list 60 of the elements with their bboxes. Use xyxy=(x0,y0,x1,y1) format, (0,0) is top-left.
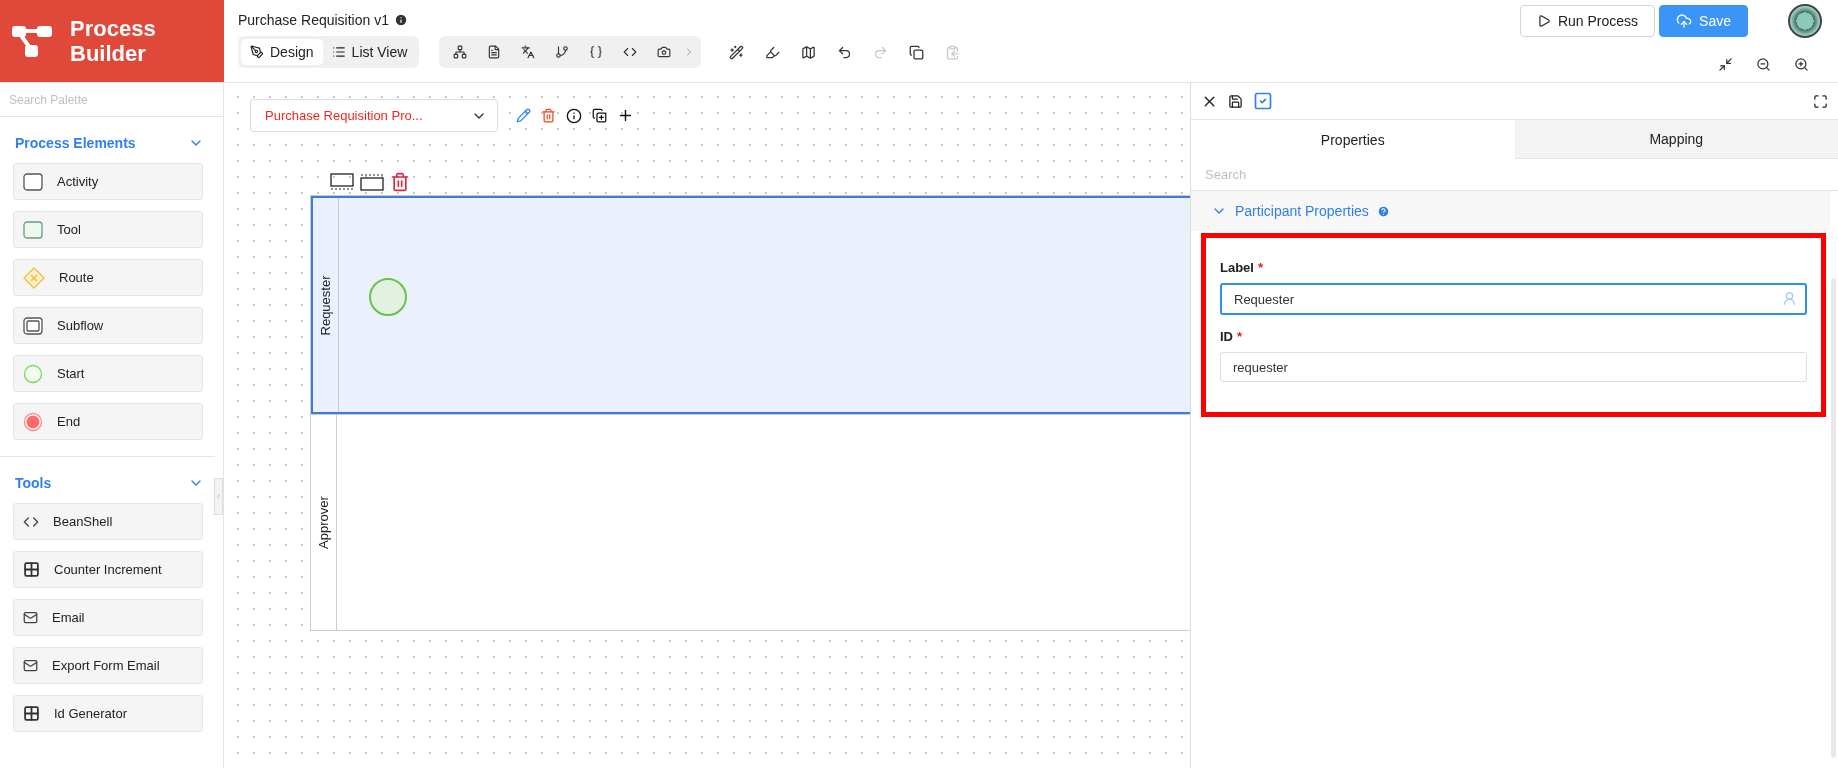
avatar[interactable] xyxy=(1788,4,1822,38)
palette-item[interactable]: Route xyxy=(13,259,203,296)
pencil-icon[interactable] xyxy=(516,108,531,123)
list-icon xyxy=(331,45,346,59)
cloud-upload-icon xyxy=(1676,13,1693,29)
mail-icon xyxy=(23,610,38,625)
section-header[interactable]: Participant Properties xyxy=(1191,191,1830,231)
palette-item[interactable]: Start xyxy=(13,355,203,392)
swimlane[interactable]: Requester xyxy=(311,196,1190,414)
rounded-square-icon xyxy=(23,171,43,192)
trash-icon[interactable] xyxy=(390,172,410,192)
diamond-icon xyxy=(23,266,45,289)
palette-item[interactable]: Subflow xyxy=(13,307,203,344)
input-field[interactable]: requester xyxy=(1220,352,1807,382)
pen-tool-icon xyxy=(250,45,264,59)
view-tab[interactable]: List View xyxy=(322,39,417,65)
add-lane-above-icon[interactable] xyxy=(360,173,384,191)
palette-item[interactable]: Activity xyxy=(13,163,203,200)
mail-icon xyxy=(23,658,38,673)
lane-label: Approver xyxy=(316,496,331,549)
required-mark: * xyxy=(1237,329,1243,344)
start-event[interactable] xyxy=(369,278,407,316)
add-lane-below-icon[interactable] xyxy=(330,173,354,191)
grid-icon xyxy=(23,561,40,578)
collapse-handle[interactable] xyxy=(214,478,223,515)
fullscreen-icon[interactable] xyxy=(1813,93,1828,109)
field-label: Label xyxy=(1220,260,1254,275)
view-tab[interactable]: Design xyxy=(241,39,323,65)
field-label: ID xyxy=(1220,329,1233,344)
flow-logo-icon xyxy=(12,24,52,58)
circle-icon xyxy=(23,363,43,384)
required-mark: * xyxy=(1257,260,1264,275)
input-field[interactable]: Requester xyxy=(1220,283,1807,315)
process-title: Purchase Requisition v1 xyxy=(238,12,389,28)
trash-icon[interactable] xyxy=(541,108,556,123)
section-header[interactable]: Tools xyxy=(0,457,210,503)
palette-item[interactable]: Counter Increment xyxy=(13,551,203,588)
palette-item[interactable]: Export Form Email xyxy=(13,647,203,684)
grid-icon xyxy=(23,705,40,722)
help-icon xyxy=(1376,204,1390,218)
nested-square-icon xyxy=(23,315,43,336)
panel-tab[interactable]: Mapping xyxy=(1514,119,1838,159)
filled-circle-icon xyxy=(23,411,43,432)
palette-item[interactable]: Id Generator xyxy=(13,695,203,732)
info-icon[interactable] xyxy=(566,107,582,124)
duplicate-icon[interactable] xyxy=(592,108,607,123)
palette-item[interactable]: Tool xyxy=(13,211,203,248)
plus-icon[interactable] xyxy=(617,107,634,124)
checkbox-icon[interactable] xyxy=(1253,91,1273,111)
swimlane[interactable]: Approver xyxy=(311,414,1190,630)
palette-item[interactable]: Email xyxy=(13,599,203,636)
play-icon xyxy=(1536,14,1551,28)
run-button[interactable]: Run Process xyxy=(1519,5,1656,37)
rounded-square-icon xyxy=(23,219,43,240)
lane-label: Requester xyxy=(318,275,333,335)
app-title: Process Builder xyxy=(70,16,156,66)
process-select[interactable]: Purchase Requisition Pro... xyxy=(250,99,498,132)
palette-item[interactable]: BeanShell xyxy=(13,503,203,540)
section-header[interactable]: Process Elements xyxy=(0,117,210,163)
palette-item[interactable]: End xyxy=(13,403,203,440)
